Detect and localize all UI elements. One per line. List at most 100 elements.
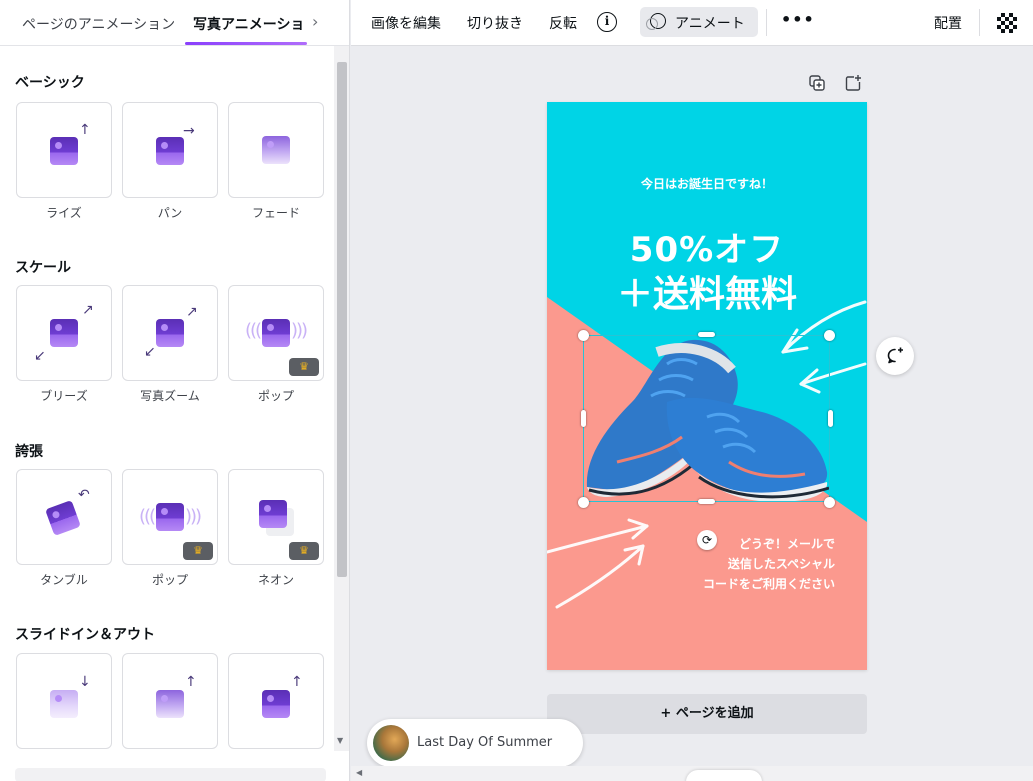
resize-handle-right[interactable] xyxy=(828,410,833,427)
anim-slide-down-tile[interactable]: ↓ xyxy=(16,653,112,749)
resize-handle-top-right[interactable] xyxy=(824,330,835,341)
arrow-up-right-icon: ↗ xyxy=(186,304,198,320)
arrow-up-right-icon: ↗ xyxy=(82,302,94,318)
anim-pop-label: ポップ xyxy=(257,389,294,403)
animate-icon xyxy=(646,13,666,30)
image-icon xyxy=(156,137,184,165)
image-icon xyxy=(262,690,290,718)
panel-bottom-strip xyxy=(15,768,326,781)
anim-slide-up-tile[interactable]: ↑ xyxy=(228,653,324,749)
vibration-right-icon: ))) xyxy=(185,506,202,527)
resize-handle-left[interactable] xyxy=(581,410,586,427)
animation-panel: ページのアニメーション 写真アニメーション › ベーシック ↑ ライズ → パン… xyxy=(0,0,350,781)
anim-breathe-tile[interactable]: ↗ ↙ xyxy=(16,285,112,381)
anim-breathe-label: ブリーズ xyxy=(40,389,88,403)
scroll-down-arrow-icon[interactable]: ▼ xyxy=(337,736,343,745)
promo-body-line: どうぞ！メールで xyxy=(738,537,835,551)
anim-pop-tile[interactable]: ((( ))) ♛ xyxy=(228,285,324,381)
image-icon xyxy=(50,319,78,347)
anim-neon-tile[interactable]: ♛ xyxy=(228,469,324,565)
info-icon[interactable]: i xyxy=(597,12,617,32)
animate-label: アニメート xyxy=(675,16,745,32)
toolbar-divider xyxy=(766,9,767,36)
anim-tumble-label: タンブル xyxy=(40,573,88,587)
anim-fade-label: フェード xyxy=(251,206,300,220)
bottom-pages-toggle[interactable] xyxy=(686,770,762,781)
transparency-icon[interactable] xyxy=(997,13,1017,33)
arrow-right-icon: → xyxy=(183,123,195,139)
scroll-left-arrow-icon[interactable]: ◀ xyxy=(356,768,362,777)
resize-handle-top[interactable] xyxy=(698,332,715,337)
promo-discount-text[interactable]: 50%オフ xyxy=(547,222,867,271)
promo-body-text[interactable]: どうぞ！メールで 送信したスペシャル コードをご利用ください xyxy=(703,534,835,594)
music-track-pill[interactable]: Last Day Of Summer xyxy=(367,719,583,767)
edit-image-button[interactable]: 画像を編集 xyxy=(371,13,441,33)
duplicate-page-icon[interactable] xyxy=(808,74,826,92)
anim-neon-label: ネオン xyxy=(257,573,294,587)
arrow-up-icon: ↑ xyxy=(185,674,197,690)
music-track-title: Last Day Of Summer xyxy=(417,735,553,750)
chevron-right-icon[interactable]: › xyxy=(312,12,318,31)
anim-photo-zoom-label: 写真ズーム xyxy=(140,389,200,403)
design-page[interactable]: 今日はお誕生日ですね！ 50%オフ ＋送料無料 どうぞ！メールで 送信したスペシ… xyxy=(547,102,867,670)
arrow-up-icon: ↑ xyxy=(79,122,91,138)
position-button[interactable]: 配置 xyxy=(934,13,962,33)
section-title-scale: スケール xyxy=(15,260,71,276)
anim-rise-tile[interactable]: ↑ xyxy=(16,102,112,198)
image-icon xyxy=(156,690,184,718)
section-title-basic: ベーシック xyxy=(15,75,85,91)
arrow-down-icon: ↓ xyxy=(79,674,91,690)
image-icon xyxy=(262,319,290,347)
more-options-icon[interactable]: ••• xyxy=(781,10,815,29)
anim-fade-tile[interactable] xyxy=(228,102,324,198)
vibration-left-icon: ((( xyxy=(245,320,262,341)
image-icon xyxy=(156,319,184,347)
section-title-exaggerate: 誇張 xyxy=(15,444,43,460)
resize-handle-top-left[interactable] xyxy=(578,330,589,341)
anim-slide-up-fade-tile[interactable]: ↑ xyxy=(122,653,218,749)
add-page-button[interactable]: + ページを追加 xyxy=(547,694,867,734)
anim-tumble-tile[interactable]: ↶ xyxy=(16,469,112,565)
add-page-icon[interactable] xyxy=(844,74,862,92)
anim-pan-tile[interactable]: → xyxy=(122,102,218,198)
image-icon xyxy=(50,690,78,718)
resize-handle-bottom-left[interactable] xyxy=(578,497,589,508)
section-title-slide: スライドイン＆アウト xyxy=(15,627,155,643)
anim-pop2-tile[interactable]: ((( ))) ♛ xyxy=(122,469,218,565)
album-art-thumbnail xyxy=(373,725,409,761)
anim-pop2-label: ポップ xyxy=(151,573,188,587)
image-icon xyxy=(156,503,184,531)
premium-crown-icon: ♛ xyxy=(289,542,319,560)
anim-pan-label: パン xyxy=(157,206,183,220)
animate-button[interactable]: アニメート xyxy=(640,7,758,37)
promo-body-line: 送信したスペシャル xyxy=(727,557,835,571)
resize-handle-bottom-right[interactable] xyxy=(824,497,835,508)
rotate-arrow-icon: ↶ xyxy=(78,487,90,503)
crop-button[interactable]: 切り抜き xyxy=(467,13,523,33)
top-toolbar: 画像を編集 切り抜き 反転 i アニメート ••• 配置 xyxy=(351,0,1033,46)
promo-small-text[interactable]: 今日はお誕生日ですね！ xyxy=(547,175,867,192)
toolbar-divider xyxy=(979,9,980,36)
vibration-left-icon: ((( xyxy=(139,506,156,527)
arrow-down-left-icon: ↙ xyxy=(34,348,46,364)
image-icon xyxy=(45,500,81,536)
arrow-down-left-icon: ↙ xyxy=(144,344,156,360)
add-comment-button[interactable] xyxy=(876,337,914,375)
anim-rise-label: ライズ xyxy=(46,206,82,220)
panel-scrollbar-thumb[interactable] xyxy=(337,62,347,577)
promo-shipping-text[interactable]: ＋送料無料 xyxy=(547,265,867,317)
tab-photo-animation[interactable]: 写真アニメーション xyxy=(193,14,305,34)
premium-crown-icon: ♛ xyxy=(183,542,213,560)
flip-button[interactable]: 反転 xyxy=(549,13,577,33)
rotate-icon[interactable]: ⟳ xyxy=(697,530,717,550)
resize-handle-bottom[interactable] xyxy=(698,499,715,504)
panel-tabs: ページのアニメーション 写真アニメーション › xyxy=(0,0,349,46)
comment-icon xyxy=(887,347,903,364)
anim-photo-zoom-tile[interactable]: ↗ ↙ xyxy=(122,285,218,381)
premium-crown-icon: ♛ xyxy=(289,358,319,376)
image-icon xyxy=(262,136,290,164)
image-icon xyxy=(259,500,287,528)
tab-page-animation[interactable]: ページのアニメーション xyxy=(22,14,175,34)
active-tab-indicator xyxy=(185,42,307,45)
vibration-right-icon: ))) xyxy=(291,320,308,341)
